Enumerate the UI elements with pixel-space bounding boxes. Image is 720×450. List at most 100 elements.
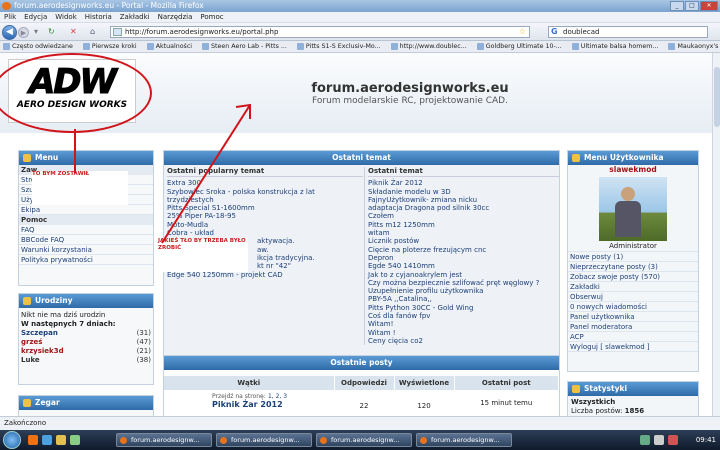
topic-link[interactable]: Witam! (368, 320, 560, 328)
firefox-icon (220, 437, 227, 444)
latest-topics-column: Ostatni temat Piknik Żar 2012 Składanie … (364, 167, 560, 346)
menu-item-history[interactable]: Historia (85, 12, 112, 22)
topic-link[interactable]: witam (368, 229, 560, 237)
tray-network-icon[interactable] (640, 435, 650, 445)
menu-item-edit[interactable]: Edycja (24, 12, 47, 22)
topic-link[interactable]: Pitts m12 1250mm (368, 221, 560, 229)
birthday-name[interactable]: grześ (21, 338, 42, 347)
google-icon: G (551, 27, 558, 36)
user-link-own-posts[interactable]: Zobacz swoje posty (570) (568, 272, 698, 282)
clock[interactable]: 09:41 (696, 430, 716, 450)
menu-link-team[interactable]: Ekipa (19, 205, 153, 215)
topic-link[interactable]: Piknik Żar 2012 (368, 179, 560, 187)
statistics-header: Statystyki (568, 382, 698, 396)
topic-link[interactable]: Jak to z cyjanoakrylem jest (368, 271, 560, 279)
topic-link[interactable]: Egde 540 1410mm (368, 262, 560, 270)
bookmark-item[interactable]: http://www.doublec... (390, 41, 467, 52)
post-last: 15 minut temu (480, 399, 533, 407)
pages-links[interactable]: 1, 2, 3 (268, 393, 287, 400)
menu-item-file[interactable]: Plik (4, 12, 16, 22)
tray-antivirus-icon[interactable] (668, 435, 678, 445)
topic-link[interactable]: Licznik postów (368, 237, 560, 245)
logout-link[interactable]: Wyloguj [ slawekmod ] (568, 342, 698, 352)
topic-link[interactable]: Coś dla fanów fpv (368, 312, 560, 320)
bookmark-item[interactable]: Steen Aero Lab - Pitts ... (202, 41, 287, 52)
clock-header: Zegar (19, 396, 153, 410)
user-link-ucp[interactable]: Panel użytkownika (568, 312, 698, 322)
user-link-messages[interactable]: 0 nowych wiadomości (568, 302, 698, 312)
username[interactable]: slawekmod (568, 165, 698, 175)
reload-icon[interactable]: ↻ (48, 27, 55, 36)
close-button[interactable]: ✕ (700, 1, 718, 11)
site-header: ADW AERO DESIGN WORKS forum.aerodesignwo… (0, 53, 712, 133)
birthdays-next: W następnych 7 dniach: (21, 320, 116, 328)
topic-link[interactable]: Cięcie na ploterze frezującym cnc (368, 246, 560, 254)
bookmark-item[interactable]: Często odwiedzane (3, 41, 73, 52)
topic-link[interactable]: Pitts Python 30CC - Gold Wing (368, 304, 560, 312)
firefox-quicklaunch-icon[interactable] (28, 435, 38, 445)
bookmark-item[interactable]: Pierwsze kroki (82, 41, 137, 52)
topic-link[interactable]: Witam ! (368, 329, 560, 337)
forward-button[interactable]: ▶ (18, 27, 29, 38)
topic-link[interactable]: Czołem (368, 212, 560, 220)
user-link-new-posts[interactable]: Nowe posty (1) (568, 252, 698, 262)
taskbar: forum.aerodesignw... forum.aerodesignw..… (0, 430, 720, 450)
search-input[interactable]: G doublecad (548, 26, 708, 38)
maximize-button[interactable]: □ (685, 1, 699, 11)
taskbar-window[interactable]: forum.aerodesignw... (316, 433, 412, 447)
start-button[interactable] (3, 431, 21, 449)
topic-link[interactable]: Składanie modelu w 3D (368, 188, 560, 196)
topic-link[interactable]: FajnyUżytkownik- zmiana nicku (368, 196, 560, 204)
menu-link-bbcode[interactable]: BBCode FAQ (19, 235, 153, 245)
menu-item-tools[interactable]: Narzędzia (158, 12, 193, 22)
ie-quicklaunch-icon[interactable] (42, 435, 52, 445)
menu-icon (23, 154, 31, 162)
topic-link[interactable]: Depron (368, 254, 560, 262)
tray-volume-icon[interactable] (654, 435, 664, 445)
taskbar-window[interactable]: forum.aerodesignw... (116, 433, 212, 447)
post-topic-link[interactable]: Piknik Żar 2012 (212, 400, 283, 409)
birthdays-panel: Urodziny Nikt nie ma dziś urodzin W nast… (18, 293, 154, 385)
birthday-name[interactable]: krzysiek3d (21, 347, 64, 356)
taskbar-window[interactable]: forum.aerodesignw... (216, 433, 312, 447)
url-bar[interactable]: http://forum.aerodesignworks.eu/portal.p… (110, 26, 530, 38)
menu-item-view[interactable]: Widok (55, 12, 77, 22)
menu-item-bookmarks[interactable]: Zakładki (120, 12, 150, 22)
user-link-bookmarks[interactable]: Zakładki (568, 282, 698, 292)
topic-link[interactable]: Ceny cięcia co2 (368, 337, 560, 345)
bookmark-item[interactable]: Maukaonyx's "Life is G... (668, 41, 720, 52)
user-link-unread[interactable]: Nieprzeczytane posty (3) (568, 262, 698, 272)
menu-item-help[interactable]: Pomoc (200, 12, 223, 22)
menu-link-terms[interactable]: Warunki korzystania (19, 245, 153, 255)
user-link-mcp[interactable]: Panel moderatora (568, 322, 698, 332)
bookmark-item[interactable]: Aktualności (146, 41, 192, 52)
media-quicklaunch-icon[interactable] (70, 435, 80, 445)
home-icon[interactable]: ⌂ (90, 27, 95, 36)
menu-link-faq[interactable]: FAQ (19, 225, 153, 235)
statistics-panel: Statystyki Wszystkich Liczba postów: 185… (567, 381, 699, 416)
scrollbar-thumb[interactable] (714, 67, 720, 127)
bookmark-item[interactable]: Goldberg Ultimate 10-... (476, 41, 562, 52)
bookmark-item[interactable]: Pitts S1-S Exclusiv-Mo... (296, 41, 381, 52)
topic-link[interactable]: Uzupełnienie profilu użytkownika (368, 287, 560, 295)
birthday-name[interactable]: Luke (21, 356, 40, 365)
topic-link[interactable]: PBY-5A ,,Catalina,, (368, 295, 560, 303)
stop-icon[interactable]: ✕ (70, 27, 77, 36)
bookmark-star-icon[interactable]: ☆ (519, 27, 526, 37)
status-bar: Zakończono (0, 416, 720, 430)
stats-posts-label: Liczba postów: (571, 407, 623, 415)
topic-link[interactable]: Czy można bezpiecznie szlifować pręt węg… (368, 279, 560, 287)
vertical-scrollbar[interactable] (712, 53, 720, 416)
user-link-watch[interactable]: Obserwuj (568, 292, 698, 302)
menu-link-privacy[interactable]: Polityka prywatności (19, 255, 153, 265)
explorer-quicklaunch-icon[interactable] (56, 435, 66, 445)
birthday-name[interactable]: Szczepan (21, 329, 58, 338)
dropdown-icon[interactable]: ▾ (34, 27, 38, 36)
topic-link[interactable]: adaptacja Dragona pod silnik 30cc (368, 204, 560, 212)
user-link-acp[interactable]: ACP (568, 332, 698, 342)
taskbar-window[interactable]: forum.aerodesignw... (416, 433, 512, 447)
back-button[interactable]: ◀ (2, 25, 17, 40)
birthday-age: (21) (136, 347, 151, 355)
bookmark-item[interactable]: Ultimate balsa homem... (571, 41, 658, 52)
minimize-button[interactable]: _ (670, 1, 684, 11)
